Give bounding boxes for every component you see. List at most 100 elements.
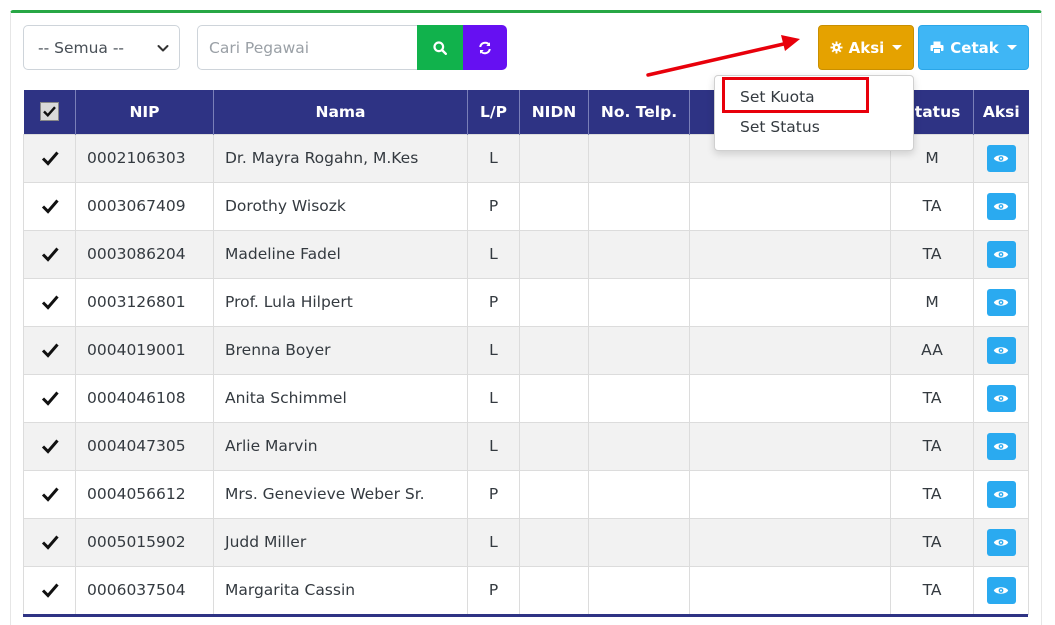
- view-button[interactable]: [986, 288, 1016, 316]
- search-button[interactable]: [417, 25, 463, 70]
- cell-nama: Dorothy Wisozk: [213, 181, 468, 231]
- cell-nidn: [519, 229, 589, 279]
- view-button[interactable]: [986, 480, 1016, 508]
- filter-select[interactable]: -- Semua --: [23, 25, 180, 70]
- cell-nama: Brenna Boyer: [213, 325, 468, 375]
- cell-hidden: [689, 565, 891, 615]
- view-button[interactable]: [986, 144, 1016, 172]
- cetak-dropdown-button[interactable]: Cetak: [918, 25, 1029, 70]
- cell-aksi: [973, 133, 1029, 183]
- table-row: 0004056612 Mrs. Genevieve Weber Sr. P TA: [23, 469, 1029, 519]
- cell-no-telp: [588, 181, 690, 231]
- cell-status: TA: [890, 229, 974, 279]
- cell-nip: 0006037504: [75, 565, 214, 615]
- checkbox-icon[interactable]: [41, 389, 59, 407]
- cell-aksi: [973, 229, 1029, 279]
- table-bottom-border: [23, 614, 1028, 617]
- caret-down-icon: [1006, 45, 1017, 50]
- cell-status: TA: [890, 421, 974, 471]
- cell-aksi: [973, 373, 1029, 423]
- print-icon: [930, 41, 944, 54]
- checkbox-icon[interactable]: [41, 149, 59, 167]
- cell-lp: P: [467, 565, 520, 615]
- row-checkbox-cell[interactable]: [23, 373, 76, 423]
- cell-no-telp: [588, 325, 690, 375]
- cell-hidden: [689, 517, 891, 567]
- cell-nidn: [519, 565, 589, 615]
- cell-status: AA: [890, 325, 974, 375]
- cell-nip: 0004047305: [75, 421, 214, 471]
- cell-aksi: [973, 325, 1029, 375]
- cell-status: TA: [890, 181, 974, 231]
- header-nidn: NIDN: [519, 90, 589, 134]
- cell-no-telp: [588, 277, 690, 327]
- cetak-button-label: Cetak: [950, 38, 999, 57]
- refresh-button[interactable]: [463, 25, 507, 70]
- cell-nama: Madeline Fadel: [213, 229, 468, 279]
- view-button[interactable]: [986, 192, 1016, 220]
- view-button[interactable]: [986, 432, 1016, 460]
- checkbox-icon[interactable]: [41, 197, 59, 215]
- filter-select-value: -- Semua --: [38, 38, 125, 57]
- view-button[interactable]: [986, 336, 1016, 364]
- cell-status: TA: [890, 565, 974, 615]
- eye-icon: [993, 442, 1009, 450]
- cell-aksi: [973, 277, 1029, 327]
- cell-nidn: [519, 517, 589, 567]
- cell-status: M: [890, 277, 974, 327]
- cell-nama: Arlie Marvin: [213, 421, 468, 471]
- cell-nidn: [519, 373, 589, 423]
- cell-nama: Mrs. Genevieve Weber Sr.: [213, 469, 468, 519]
- row-checkbox-cell[interactable]: [23, 325, 76, 375]
- menu-item-set-status[interactable]: Set Status: [740, 118, 820, 136]
- checkbox-icon[interactable]: [41, 293, 59, 311]
- cell-nip: 0002106303: [75, 133, 214, 183]
- eye-icon: [993, 154, 1009, 162]
- cell-nama: Prof. Lula Hilpert: [213, 277, 468, 327]
- row-checkbox-cell[interactable]: [23, 565, 76, 615]
- cell-hidden: [689, 421, 891, 471]
- header-select-all[interactable]: [23, 90, 76, 134]
- cell-nidn: [519, 181, 589, 231]
- header-lp: L/P: [467, 90, 520, 134]
- checkbox-icon[interactable]: [41, 341, 59, 359]
- cell-lp: P: [467, 469, 520, 519]
- cell-nama: Judd Miller: [213, 517, 468, 567]
- checkbox-icon[interactable]: [41, 245, 59, 263]
- view-button[interactable]: [986, 576, 1016, 604]
- gear-icon: [830, 41, 843, 54]
- cell-nip: 0005015902: [75, 517, 214, 567]
- cell-status: TA: [890, 517, 974, 567]
- checkbox-icon[interactable]: [41, 533, 59, 551]
- search-input[interactable]: [197, 25, 417, 70]
- cell-status: TA: [890, 373, 974, 423]
- row-checkbox-cell[interactable]: [23, 133, 76, 183]
- cell-nip: 0004019001: [75, 325, 214, 375]
- cell-no-telp: [588, 229, 690, 279]
- cell-nama: Anita Schimmel: [213, 373, 468, 423]
- checkbox-icon[interactable]: [41, 485, 59, 503]
- eye-icon: [993, 202, 1009, 210]
- view-button[interactable]: [986, 240, 1016, 268]
- checkbox-icon[interactable]: [41, 437, 59, 455]
- checkbox-icon[interactable]: [41, 581, 59, 599]
- eye-icon: [993, 586, 1009, 594]
- aksi-dropdown-button[interactable]: Aksi: [818, 25, 914, 70]
- cell-lp: L: [467, 229, 520, 279]
- row-checkbox-cell[interactable]: [23, 517, 76, 567]
- cell-lp: P: [467, 277, 520, 327]
- view-button[interactable]: [986, 384, 1016, 412]
- cell-nidn: [519, 133, 589, 183]
- checkbox-icon[interactable]: [39, 102, 59, 122]
- row-checkbox-cell[interactable]: [23, 229, 76, 279]
- row-checkbox-cell[interactable]: [23, 421, 76, 471]
- cell-lp: L: [467, 421, 520, 471]
- refresh-icon: [479, 41, 491, 54]
- view-button[interactable]: [986, 528, 1016, 556]
- row-checkbox-cell[interactable]: [23, 469, 76, 519]
- cell-nidn: [519, 421, 589, 471]
- cell-hidden: [689, 469, 891, 519]
- cell-hidden: [689, 325, 891, 375]
- row-checkbox-cell[interactable]: [23, 181, 76, 231]
- row-checkbox-cell[interactable]: [23, 277, 76, 327]
